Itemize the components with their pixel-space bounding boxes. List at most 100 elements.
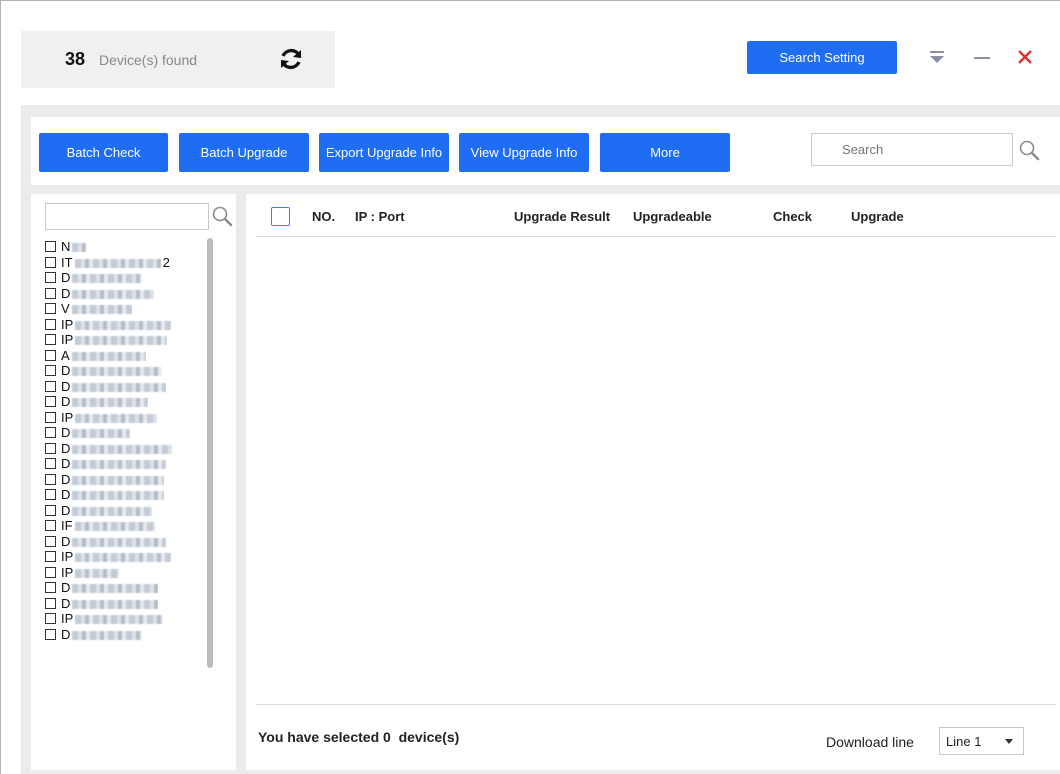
device-list-scrollbar[interactable] [207,238,213,668]
device-list-item[interactable]: IT 2 [45,255,205,271]
search-setting-button[interactable]: Search Setting [747,41,897,74]
device-list-item[interactable]: IF [45,518,205,534]
device-checkbox[interactable] [45,411,56,423]
download-line-label: Download line [826,734,914,750]
batch-check-button[interactable]: Batch Check [39,133,168,172]
export-upgrade-info-button[interactable]: Export Upgrade Info [319,133,449,172]
filter-dropdown-icon[interactable] [929,49,945,65]
redacted-text [72,537,167,547]
download-line-select[interactable]: Line 1 [939,727,1024,755]
device-checkbox[interactable] [45,256,56,268]
device-checkbox[interactable] [45,597,56,609]
redacted-text [74,522,155,532]
refresh-icon[interactable] [278,46,304,72]
device-list-item[interactable]: D [45,596,205,612]
device-checkbox[interactable] [45,504,56,516]
device-name-prefix: D [61,363,71,379]
device-checkbox[interactable] [45,241,56,253]
device-list-item[interactable]: D [45,270,205,286]
device-checkbox[interactable] [45,582,56,594]
search-icon[interactable] [1018,139,1040,161]
device-checkbox[interactable] [45,613,56,625]
device-checkbox[interactable] [45,442,56,454]
device-name-prefix: D [61,487,71,503]
device-checkbox[interactable] [45,334,56,346]
device-checkbox[interactable] [45,458,56,470]
upgrade-table-panel [246,194,1060,770]
device-checkbox[interactable] [45,303,56,315]
device-checkbox[interactable] [45,628,56,640]
column-header-no[interactable]: NO. [312,209,335,224]
device-name: IP [61,410,158,425]
device-list-item[interactable]: D [45,379,205,395]
device-list-item[interactable]: D [45,503,205,519]
device-list-item[interactable]: D [45,487,205,503]
redacted-text [75,320,172,330]
device-checkbox[interactable] [45,535,56,547]
redacted-text [75,413,158,423]
device-checkbox[interactable] [45,287,56,299]
device-name-prefix: D [61,394,71,410]
column-header-ip-port[interactable]: IP : Port [355,209,405,224]
device-filter-search-icon[interactable] [211,205,233,227]
device-list-item[interactable]: IP [45,611,205,627]
device-list-item[interactable]: D [45,394,205,410]
device-checkbox[interactable] [45,365,56,377]
device-checkbox[interactable] [45,349,56,361]
device-filter-input[interactable] [45,203,209,230]
device-list-item[interactable]: D [45,363,205,379]
device-checkbox[interactable] [45,551,56,563]
redacted-text [72,382,167,392]
device-name: D [61,487,165,503]
search-input[interactable] [811,133,1013,166]
device-name-prefix: V [61,301,70,317]
device-name: A [61,348,146,363]
device-checkbox[interactable] [45,520,56,532]
device-name-prefix: IP [61,316,74,332]
close-icon[interactable] [1015,47,1035,67]
column-header-upgrade[interactable]: Upgrade [851,209,904,224]
device-list-item[interactable]: D [45,441,205,457]
device-list-item[interactable]: IP [45,410,205,426]
device-checkbox[interactable] [45,272,56,284]
device-list-item[interactable]: D [45,456,205,472]
select-all-checkbox[interactable] [271,207,290,226]
redacted-text [72,599,159,609]
device-checkbox[interactable] [45,318,56,330]
device-name: D [61,580,159,595]
device-name: IP [61,565,120,580]
device-checkbox[interactable] [45,566,56,578]
device-name-prefix: D [61,502,71,518]
device-checkbox[interactable] [45,380,56,392]
device-name: IP [61,549,172,565]
device-list-item[interactable]: D [45,627,205,643]
batch-upgrade-button[interactable]: Batch Upgrade [179,133,309,172]
device-list-item[interactable]: D [45,534,205,550]
device-list-item[interactable]: IP [45,549,205,565]
device-name-prefix: N [61,239,71,255]
device-list-item[interactable]: D [45,580,205,596]
column-header-upgradeable[interactable]: Upgradeable [633,209,712,224]
device-name: D [61,286,155,301]
column-header-upgrade-result[interactable]: Upgrade Result [514,209,610,224]
device-list-item[interactable]: D [45,286,205,302]
minimize-icon[interactable] [972,49,992,65]
device-checkbox[interactable] [45,473,56,485]
device-name-suffix: 2 [162,254,170,270]
device-list-item[interactable]: D [45,425,205,441]
column-header-check[interactable]: Check [773,209,812,224]
device-list-item[interactable]: IP [45,565,205,581]
device-list-item[interactable]: V [45,301,205,317]
device-checkbox[interactable] [45,396,56,408]
device-list-item[interactable]: D [45,472,205,488]
device-list-item[interactable]: IP [45,332,205,348]
device-checkbox[interactable] [45,427,56,439]
device-list-item[interactable]: A [45,348,205,364]
view-upgrade-info-button[interactable]: View Upgrade Info [459,133,589,172]
device-list-item[interactable]: N [45,239,205,255]
redacted-text [72,491,165,501]
device-name-prefix: IP [61,549,74,565]
more-button[interactable]: More [600,133,730,172]
device-list-item[interactable]: IP [45,317,205,333]
device-checkbox[interactable] [45,489,56,501]
